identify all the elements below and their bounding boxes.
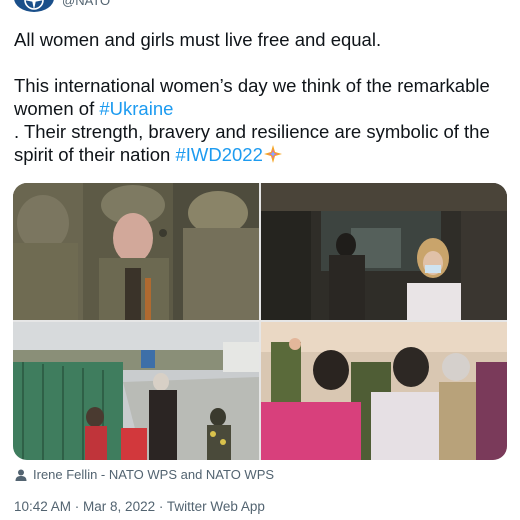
tweet-metadata: 10:42 AM · Mar 8, 2022 · Twitter Web App	[14, 499, 265, 514]
tweet-text: All women and girls must live free and e…	[14, 28, 510, 166]
iwd-sparkle-icon	[263, 145, 282, 163]
corridor-medical-worker-photo[interactable]	[261, 183, 507, 320]
person-icon	[15, 469, 27, 481]
media-grid	[13, 183, 507, 460]
tweet-paragraph-2: This international women’s day we think …	[14, 74, 510, 120]
tweet-time[interactable]: 10:42 AM	[14, 499, 71, 514]
tweet-text-segment: This international women’s day we think …	[14, 75, 490, 119]
meta-separator: ·	[71, 499, 84, 514]
meta-separator: ·	[155, 499, 167, 514]
account-avatar[interactable]	[14, 0, 54, 12]
tweet-source[interactable]: Twitter Web App	[167, 499, 265, 514]
nato-compass-logo-icon	[24, 0, 44, 10]
ukraine-flag-icon	[177, 102, 197, 116]
tweet-line-1: All women and girls must live free and e…	[14, 29, 382, 50]
border-crossing-photo[interactable]	[13, 322, 259, 460]
tweet-date[interactable]: Mar 8, 2022	[83, 499, 155, 514]
hashtag-iwd2022-link[interactable]: #IWD2022	[175, 144, 262, 165]
account-handle[interactable]: @NATO	[62, 0, 110, 8]
hashtag-ukraine-link[interactable]: #Ukraine	[99, 98, 173, 119]
credit-text: Irene Fellin - NATO WPS and NATO WPS	[33, 467, 275, 482]
camouflage-net-weaving-photo[interactable]	[261, 322, 507, 460]
media-credit[interactable]: Irene Fellin - NATO WPS and NATO WPS	[14, 467, 274, 482]
female-soldier-photo[interactable]	[13, 183, 259, 320]
